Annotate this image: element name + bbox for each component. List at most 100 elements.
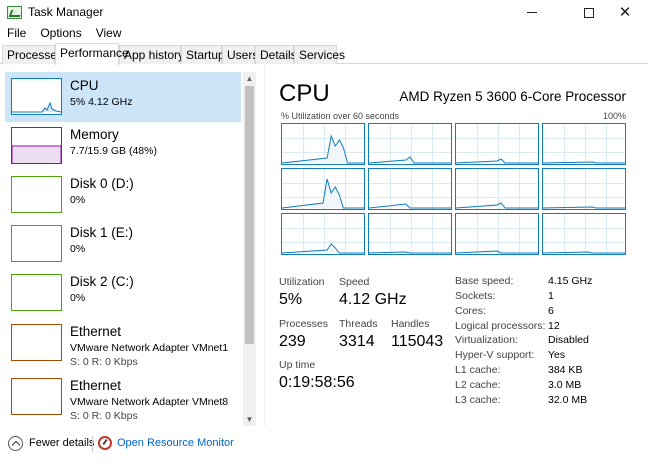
- open-resource-monitor-link[interactable]: Open Resource Monitor: [117, 437, 234, 449]
- logical-processor-graph: [455, 213, 539, 255]
- resource-list: CPU 5% 4.12 GHz Memory 7.7/15.9 GB (48%)…: [0, 64, 258, 426]
- tab-processes[interactable]: Processes: [2, 45, 63, 64]
- footer: Fewer details Open Resource Monitor: [0, 426, 648, 464]
- scrollbar-thumb[interactable]: [245, 86, 254, 344]
- close-button[interactable]: ✕: [602, 0, 648, 25]
- logical-processor-graph: [281, 213, 365, 255]
- resource-detail: 0%: [70, 243, 86, 255]
- resource-name: Disk 2 (C:): [70, 274, 134, 289]
- resource-name: Ethernet: [70, 378, 122, 393]
- tab-services[interactable]: Services: [294, 45, 345, 64]
- resource-throughput: S: 0 R: 0 Kbps: [70, 356, 138, 368]
- spec-label: Cores:: [455, 305, 486, 317]
- scroll-down-icon[interactable]: ▼: [243, 413, 256, 426]
- spec-value: 3.0 MB: [548, 379, 582, 391]
- uptime-label: Up time: [279, 359, 316, 371]
- disk-0-thumbnail-graph: [11, 176, 62, 213]
- close-icon: ✕: [618, 4, 632, 21]
- logical-processor-graph: [281, 168, 365, 210]
- resource-throughput: S: 0 R: 0 Kbps: [70, 410, 138, 422]
- menu-file[interactable]: File: [0, 25, 33, 43]
- logical-processor-graph: [542, 213, 626, 255]
- resource-disk-0[interactable]: Disk 0 (D:) 0%: [5, 170, 241, 220]
- threads-label: Threads: [339, 318, 378, 330]
- resource-memory[interactable]: Memory 7.7/15.9 GB (48%): [5, 121, 241, 171]
- resource-list-scrollbar[interactable]: ▲ ▼: [243, 72, 256, 426]
- resource-name: Ethernet: [70, 324, 122, 339]
- maximize-icon: [584, 7, 594, 18]
- uptime-value: 0:19:58:56: [279, 374, 355, 391]
- spec-label: Base speed:: [455, 275, 514, 287]
- tab-bar: Processes Performance App history Startu…: [0, 43, 648, 65]
- spec-value: Disabled: [548, 334, 589, 346]
- spec-value: 384 KB: [548, 364, 583, 376]
- spec-label: Logical processors:: [455, 320, 546, 332]
- pane-divider: [264, 64, 265, 426]
- scroll-up-icon[interactable]: ▲: [243, 72, 256, 85]
- graph-label: % Utilization over 60 seconds: [281, 111, 400, 121]
- processor-name: AMD Ryzen 5 3600 6-Core Processor: [399, 89, 626, 104]
- spec-label: L1 cache:: [455, 364, 501, 376]
- resource-monitor-icon[interactable]: [98, 436, 112, 450]
- resource-detail: 0%: [70, 292, 86, 304]
- logical-processor-graphs[interactable]: [281, 123, 627, 255]
- window-title: Task Manager: [28, 5, 104, 19]
- menu-view[interactable]: View: [89, 25, 129, 43]
- resource-name: CPU: [70, 78, 99, 93]
- resource-ethernet-vmnet8[interactable]: Ethernet VMware Network Adapter VMnet8 S…: [5, 372, 241, 422]
- minimize-button[interactable]: [509, 0, 555, 25]
- spec-label: L3 cache:: [455, 394, 501, 406]
- footer-separator: [92, 436, 93, 452]
- fewer-details-button[interactable]: Fewer details: [29, 437, 94, 449]
- minimize-icon: [527, 12, 537, 13]
- resource-cpu[interactable]: CPU 5% 4.12 GHz: [5, 72, 241, 122]
- speed-value: 4.12 GHz: [339, 291, 407, 308]
- resource-detail: VMware Network Adapter VMnet8: [70, 396, 229, 408]
- title-bar[interactable]: Task Manager ✕: [0, 0, 648, 25]
- resource-detail: 5% 4.12 GHz: [70, 96, 133, 108]
- speed-label: Speed: [339, 276, 370, 288]
- ethernet-vmnet8-thumbnail-graph: [11, 378, 62, 415]
- spec-value: 1: [548, 290, 554, 302]
- disk-1-thumbnail-graph: [11, 225, 62, 262]
- tab-performance[interactable]: Performance: [55, 43, 129, 65]
- chevron-up-circle-icon[interactable]: [8, 436, 23, 451]
- spec-value: Yes: [548, 349, 566, 361]
- memory-thumbnail-graph: [11, 127, 62, 164]
- handles-value: 115043: [391, 333, 444, 350]
- logical-processor-graph: [368, 168, 452, 210]
- utilization-value: 5%: [279, 291, 303, 308]
- resource-detail: 0%: [70, 194, 86, 206]
- tab-startup[interactable]: Startup: [181, 45, 225, 64]
- spec-value: 12: [548, 320, 560, 332]
- disk-2-thumbnail-graph: [11, 274, 62, 311]
- spec-label: Virtualization:: [455, 334, 518, 346]
- task-manager-icon: [7, 6, 22, 19]
- logical-processor-graph: [542, 168, 626, 210]
- resource-detail: 7.7/15.9 GB (48%): [70, 145, 157, 157]
- logical-processor-graph: [455, 123, 539, 165]
- cpu-thumbnail-graph: [11, 78, 62, 115]
- resource-disk-2[interactable]: Disk 2 (C:) 0%: [5, 268, 241, 318]
- tab-details[interactable]: Details: [255, 45, 297, 64]
- menu-options[interactable]: Options: [33, 25, 88, 43]
- spec-label: Hyper-V support:: [455, 349, 535, 361]
- spec-value: 4.15 GHz: [548, 275, 593, 287]
- logical-processor-graph: [542, 123, 626, 165]
- threads-value: 3314: [339, 333, 375, 350]
- spec-value: 6: [548, 305, 554, 317]
- utilization-label: Utilization: [279, 276, 325, 288]
- logical-processor-graph: [455, 168, 539, 210]
- resource-name: Disk 0 (D:): [70, 176, 134, 191]
- ethernet-vmnet1-thumbnail-graph: [11, 324, 62, 361]
- logical-processor-graph: [368, 213, 452, 255]
- resource-disk-1[interactable]: Disk 1 (E:) 0%: [5, 219, 241, 269]
- processes-value: 239: [279, 333, 306, 350]
- spec-value: 32.0 MB: [548, 394, 588, 406]
- spec-label: L2 cache:: [455, 379, 501, 391]
- spec-label: Sockets:: [455, 290, 496, 302]
- resource-ethernet-vmnet1[interactable]: Ethernet VMware Network Adapter VMnet1 S…: [5, 318, 241, 368]
- processes-label: Processes: [279, 318, 329, 330]
- menu-bar: File Options View: [0, 25, 648, 43]
- tab-users[interactable]: Users: [222, 45, 258, 64]
